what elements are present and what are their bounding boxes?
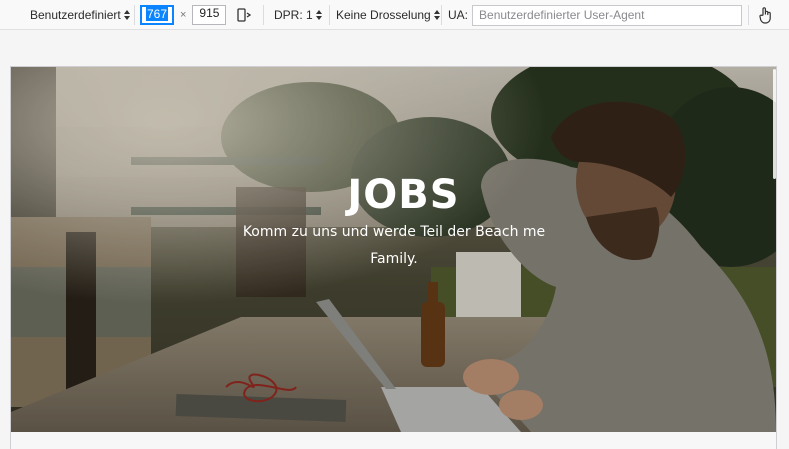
throttling-selector[interactable]: Keine Drosselung bbox=[336, 0, 440, 30]
updown-arrow-icon bbox=[123, 10, 130, 20]
toolbar-divider bbox=[329, 5, 330, 25]
touch-hand-icon bbox=[759, 7, 771, 24]
toolbar-divider bbox=[441, 5, 442, 25]
user-agent-label: UA: bbox=[448, 8, 469, 22]
toolbar-divider bbox=[748, 5, 749, 25]
throttling-label: Keine Drosselung bbox=[336, 8, 431, 22]
dimension-separator: × bbox=[180, 9, 187, 21]
viewport-width-input[interactable]: 767 bbox=[140, 5, 174, 25]
dpr-selector[interactable]: DPR: 1 bbox=[274, 0, 322, 30]
device-selector-label: Benutzerdefiniert bbox=[30, 8, 121, 22]
viewport-height-input[interactable]: 915 bbox=[192, 5, 227, 25]
viewport-width-value: 767 bbox=[146, 7, 169, 21]
hero-subtitle: Komm zu uns und werde Teil der Beach me … bbox=[242, 224, 546, 267]
touch-simulation-button[interactable] bbox=[758, 0, 774, 30]
responsive-toolbar: Benutzerdefiniert 767 × 915 DPR: 1 Keine… bbox=[0, 0, 789, 30]
updown-arrow-icon bbox=[315, 10, 322, 20]
updown-arrow-icon bbox=[433, 10, 440, 20]
user-agent-placeholder: Benutzerdefinierter User-Agent bbox=[479, 8, 645, 22]
viewport-scrollbar[interactable] bbox=[773, 69, 776, 179]
rotate-device-icon bbox=[237, 8, 252, 22]
user-agent-input[interactable]: Benutzerdefinierter User-Agent bbox=[472, 4, 743, 26]
viewport-height-value: 915 bbox=[199, 6, 220, 20]
viewport-preview[interactable]: JOBS Komm zu uns und werde Teil der Beac… bbox=[10, 66, 777, 449]
dpr-label: DPR: 1 bbox=[274, 8, 313, 22]
rotate-viewport-button[interactable] bbox=[236, 0, 252, 30]
device-selector[interactable]: Benutzerdefiniert bbox=[30, 0, 130, 30]
hero-section: JOBS Komm zu uns und werde Teil der Beac… bbox=[11, 67, 776, 432]
content-below-hero bbox=[11, 432, 776, 449]
toolbar-divider bbox=[134, 5, 135, 25]
hero-title: JOBS bbox=[347, 172, 460, 218]
toolbar-divider bbox=[263, 5, 264, 25]
